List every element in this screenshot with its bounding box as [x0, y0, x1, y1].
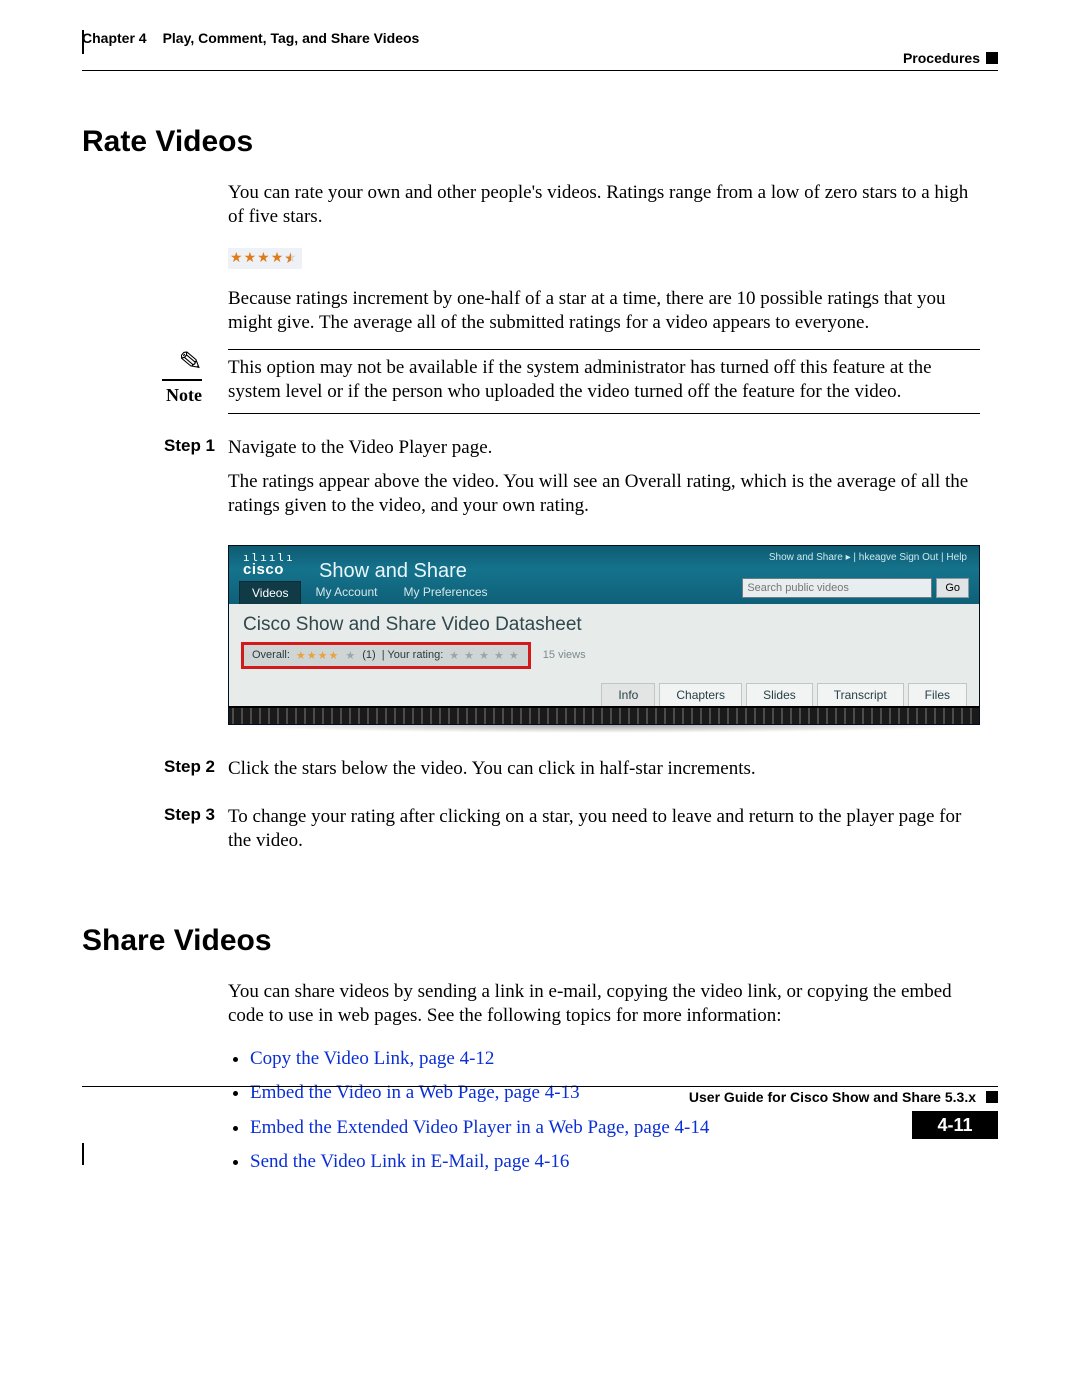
- step-3-label: Step 3: [82, 805, 228, 825]
- header-square-icon: [986, 52, 998, 64]
- note-body: This option may not be available if the …: [228, 349, 980, 414]
- overall-label: Overall:: [252, 649, 290, 661]
- tab-info[interactable]: Info: [601, 683, 655, 706]
- list-item: Send the Video Link in E-Mail, page 4-16: [250, 1145, 980, 1179]
- chapter-label: Chapter 4: [82, 30, 147, 46]
- xref-copy-link[interactable]: Copy the Video Link, page 4-12: [250, 1048, 494, 1069]
- note-label: Note: [82, 385, 202, 406]
- tab-videos[interactable]: Videos: [239, 581, 301, 604]
- star-icon: ★: [244, 251, 258, 266]
- overall-count: (1): [362, 649, 375, 661]
- star-empty-icon[interactable]: ★ ★ ★ ★ ★: [449, 649, 520, 662]
- rating-example-graphic: ★★★★★: [228, 248, 302, 269]
- tab-slides[interactable]: Slides: [746, 683, 813, 706]
- rate-paragraph-1: You can rate your own and other people's…: [228, 181, 980, 230]
- tab-chapters[interactable]: Chapters: [659, 683, 742, 706]
- star-icon: ★: [257, 251, 271, 266]
- heading-rate-videos: Rate Videos: [82, 125, 980, 159]
- footer-square-icon: [986, 1091, 998, 1103]
- xref-send-email[interactable]: Send the Video Link in E-Mail, page 4-16: [250, 1151, 569, 1172]
- star-half-icon: ★: [345, 649, 356, 662]
- note-pencil-icon: ✎: [177, 348, 203, 378]
- step-1-text-2: The ratings appear above the video. You …: [228, 470, 980, 519]
- step-2-label: Step 2: [82, 757, 228, 777]
- screenshot-show-and-share: ılıılı cisco Show and Share Show and Sha…: [228, 545, 980, 725]
- search-input[interactable]: [742, 578, 932, 598]
- footer-rule: [82, 1086, 998, 1087]
- step-1-label: Step 1: [82, 436, 228, 456]
- note-underline: [162, 379, 202, 381]
- rating-highlight-box: Overall: ★★★★★ (1) | Your rating: ★ ★ ★ …: [241, 642, 531, 669]
- header-rule: [82, 70, 998, 71]
- heading-share-videos: Share Videos: [82, 924, 980, 958]
- star-icon: ★★★★: [296, 649, 339, 662]
- section-label: Procedures: [903, 50, 980, 66]
- share-paragraph-1: You can share videos by sending a link i…: [228, 980, 980, 1029]
- page-number: 4-11: [912, 1111, 998, 1139]
- chapter-title: Play, Comment, Tag, and Share Videos: [163, 30, 420, 46]
- step-3-text: To change your rating after clicking on …: [228, 805, 980, 854]
- tab-files[interactable]: Files: [908, 683, 967, 706]
- step-2-text: Click the stars below the video. You can…: [228, 757, 980, 781]
- top-utility-links[interactable]: Show and Share ▸ | hkeagve Sign Out | He…: [769, 552, 967, 563]
- cisco-logo: ılıılı cisco: [243, 552, 295, 577]
- your-rating-label: | Your rating:: [382, 649, 444, 661]
- star-icon: ★: [271, 251, 285, 266]
- tab-my-account[interactable]: My Account: [303, 581, 389, 604]
- video-title: Cisco Show and Share Video Datasheet: [229, 604, 979, 642]
- view-count: 15 views: [543, 649, 586, 661]
- tab-transcript[interactable]: Transcript: [817, 683, 904, 706]
- rate-paragraph-2: Because ratings increment by one-half of…: [228, 287, 980, 336]
- tab-my-preferences[interactable]: My Preferences: [392, 581, 500, 604]
- video-strip-decoration: [229, 706, 979, 724]
- product-name: Show and Share: [319, 560, 467, 583]
- star-icon: ★: [230, 251, 244, 266]
- list-item: Copy the Video Link, page 4-12: [250, 1042, 980, 1076]
- go-button[interactable]: Go: [936, 578, 969, 598]
- footer-guide-title: User Guide for Cisco Show and Share 5.3.…: [689, 1089, 976, 1105]
- star-half-icon: ★: [284, 251, 298, 266]
- step-1-text-1: Navigate to the Video Player page.: [228, 436, 980, 460]
